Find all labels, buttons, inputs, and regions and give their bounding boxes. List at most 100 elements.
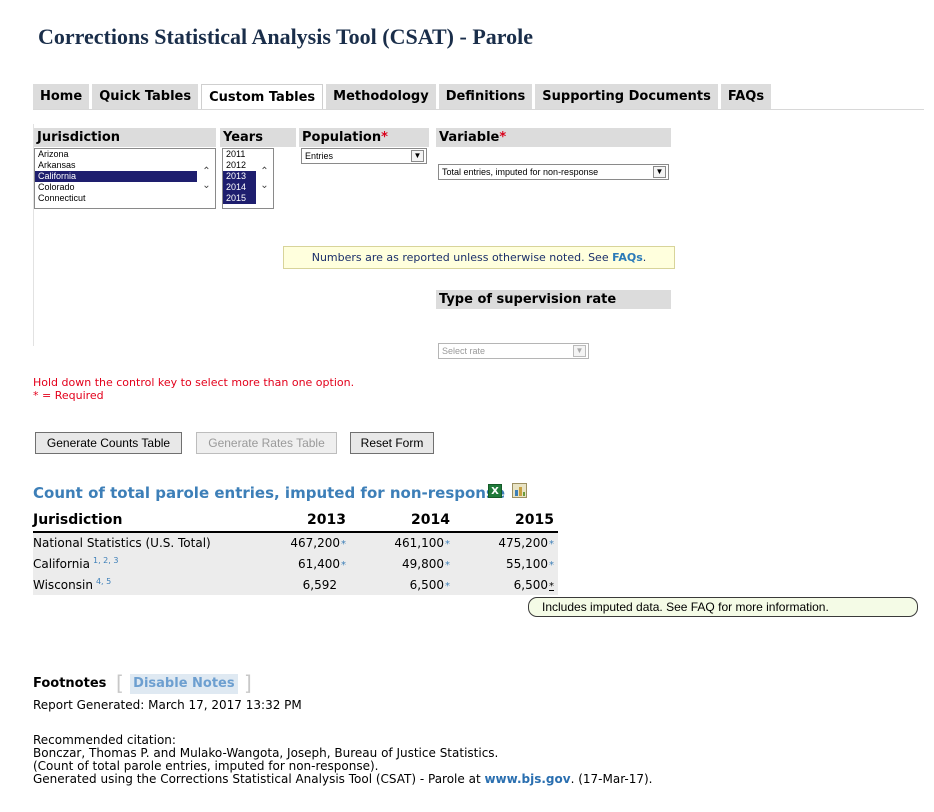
imputed-data-tooltip: Includes imputed data. See FAQ for more … xyxy=(528,597,918,617)
tab-custom-tables[interactable]: Custom Tables xyxy=(201,84,324,110)
table-cell: 6,500* xyxy=(454,574,558,595)
cell-value: 61,400 xyxy=(298,556,340,571)
table-cell: 61,400* xyxy=(253,553,350,574)
table-cell: 461,100* xyxy=(350,532,454,553)
results-table: Jurisdiction 2013 2014 2015 National Sta… xyxy=(33,510,558,595)
column-header: 2014 xyxy=(350,510,454,533)
rate-type-placeholder: Select rate xyxy=(442,346,486,356)
tab-divider xyxy=(33,109,924,110)
imputed-mark: * xyxy=(445,559,450,571)
years-scrollbar[interactable]: ⌃ ⌄ xyxy=(256,149,273,208)
tab-methodology[interactable]: Methodology xyxy=(326,84,436,110)
jurisdiction-option-selected[interactable]: California xyxy=(35,171,197,182)
rate-type-select[interactable]: Select rate ▼ xyxy=(438,343,589,359)
tab-supporting-documents[interactable]: Supporting Documents xyxy=(535,84,718,110)
row-jurisdiction-name: National Statistics (U.S. Total) xyxy=(33,536,211,550)
cell-value: 475,200 xyxy=(498,536,548,550)
data-note-banner: Numbers are as reported unless otherwise… xyxy=(283,246,675,269)
citation-line: Generated using the Corrections Statisti… xyxy=(33,773,652,786)
imputed-mark: * xyxy=(445,580,450,592)
row-jurisdiction: National Statistics (U.S. Total) xyxy=(33,532,253,553)
generate-rates-button[interactable]: Generate Rates Table xyxy=(196,432,337,454)
table-row: National Statistics (U.S. Total) 467,200… xyxy=(33,532,558,553)
tab-definitions[interactable]: Definitions xyxy=(438,84,533,110)
jurisdiction-listbox[interactable]: Arizona Arkansas California Colorado Con… xyxy=(34,148,216,209)
years-listbox[interactable]: 2011 2012 2013 2014 2015 ⌃ ⌄ xyxy=(222,148,274,209)
years-option-selected[interactable]: 2013 xyxy=(223,171,256,182)
rate-type-label-text: Type of supervision rate xyxy=(439,292,617,307)
generate-counts-button[interactable]: Generate Counts Table xyxy=(35,432,182,454)
cell-value: 55,100 xyxy=(506,556,548,571)
scroll-down-icon[interactable]: ⌄ xyxy=(202,179,210,193)
faqs-link[interactable]: FAQs xyxy=(612,251,643,264)
years-option[interactable]: 2012 xyxy=(223,160,256,171)
table-cell: 467,200* xyxy=(253,532,350,553)
cell-value: 6,500 xyxy=(513,577,548,592)
jurisdiction-option[interactable]: Colorado xyxy=(35,182,215,193)
citation-text: . (17-Mar-17). xyxy=(570,772,653,786)
variable-select[interactable]: Total entries, imputed for non-response … xyxy=(438,164,669,180)
chevron-down-icon[interactable]: ▼ xyxy=(411,150,424,162)
tab-faqs[interactable]: FAQs xyxy=(720,84,772,110)
column-header: 2015 xyxy=(454,510,558,533)
years-option[interactable]: 2011 xyxy=(223,149,256,160)
variable-label: Variable* xyxy=(436,128,671,147)
scroll-down-icon[interactable]: ⌄ xyxy=(260,179,268,193)
footnotes-label: Footnotes xyxy=(33,676,107,691)
jurisdiction-option[interactable]: Arizona xyxy=(35,149,215,160)
disable-notes-wrap: [ Disable Notes ] xyxy=(116,671,252,695)
table-cell: 49,800* xyxy=(350,553,454,574)
years-option-selected[interactable]: 2014 xyxy=(223,182,256,193)
row-jurisdiction: Wisconsin 4, 5 xyxy=(33,574,253,595)
row-jurisdiction-name: California xyxy=(33,557,90,571)
chevron-down-icon[interactable]: ▼ xyxy=(573,345,586,357)
chevron-down-icon[interactable]: ▼ xyxy=(653,166,666,178)
table-cell: 55,100* xyxy=(454,553,558,574)
tab-quick-tables[interactable]: Quick Tables xyxy=(92,84,199,110)
years-label-text: Years xyxy=(223,130,263,145)
imputed-mark: * xyxy=(341,559,346,571)
rate-type-label: Type of supervision rate xyxy=(436,290,671,309)
table-cell: 475,200* xyxy=(454,532,558,553)
cell-value: 467,200 xyxy=(290,536,340,550)
bjs-link[interactable]: www.bjs.gov xyxy=(484,772,570,786)
required-legend: * = Required xyxy=(33,389,104,402)
data-note-end: . xyxy=(642,251,647,264)
population-label-text: Population xyxy=(302,130,382,145)
jurisdiction-scrollbar[interactable]: ⌃ ⌄ xyxy=(198,149,215,208)
variable-value: Total entries, imputed for non-response xyxy=(442,167,599,177)
disable-notes-button[interactable]: Disable Notes xyxy=(130,674,238,694)
reset-form-button[interactable]: Reset Form xyxy=(350,432,434,454)
table-cell: 6,592 xyxy=(253,574,350,595)
multi-select-hint: Hold down the control key to select more… xyxy=(33,376,355,389)
imputed-mark: * xyxy=(445,539,450,550)
row-jurisdiction: California 1, 2, 3 xyxy=(33,553,253,574)
page-title: Corrections Statistical Analysis Tool (C… xyxy=(38,24,533,49)
scroll-up-icon[interactable]: ⌃ xyxy=(202,165,210,179)
footnote-links[interactable]: 4, 5 xyxy=(96,577,111,586)
form-hint: Hold down the control key to select more… xyxy=(33,376,354,402)
table-row: California 1, 2, 3 61,400* 49,800* 55,100… xyxy=(33,553,558,574)
scroll-up-icon[interactable]: ⌃ xyxy=(260,165,268,179)
population-value: Entries xyxy=(305,151,334,161)
imputed-mark-hovered[interactable]: * xyxy=(549,581,554,592)
footnote-links[interactable]: 1, 2, 3 xyxy=(93,556,118,565)
excel-export-icon[interactable]: X xyxy=(488,484,502,498)
data-note-text: Numbers are as reported unless otherwise… xyxy=(311,251,613,264)
imputed-mark: * xyxy=(549,559,554,571)
tab-home[interactable]: Home xyxy=(33,84,90,110)
table-header-row: Jurisdiction 2013 2014 2015 xyxy=(33,510,558,533)
table-cell: 6,500* xyxy=(350,574,454,595)
population-select[interactable]: Entries ▼ xyxy=(301,148,427,164)
required-mark: * xyxy=(381,130,388,145)
result-title: Count of total parole entries, imputed f… xyxy=(33,484,506,502)
jurisdiction-option[interactable]: Connecticut xyxy=(35,193,215,204)
cell-value: 461,100 xyxy=(394,536,444,550)
years-option-selected[interactable]: 2015 xyxy=(223,193,256,204)
row-jurisdiction-name: Wisconsin xyxy=(33,578,93,592)
table-row: Wisconsin 4, 5 6,592 6,500* 6,500* xyxy=(33,574,558,595)
jurisdiction-option[interactable]: Arkansas xyxy=(35,160,215,171)
column-header: Jurisdiction xyxy=(33,510,253,533)
citation-text: Generated using the Corrections Statisti… xyxy=(33,772,485,786)
chart-icon[interactable] xyxy=(512,483,527,498)
